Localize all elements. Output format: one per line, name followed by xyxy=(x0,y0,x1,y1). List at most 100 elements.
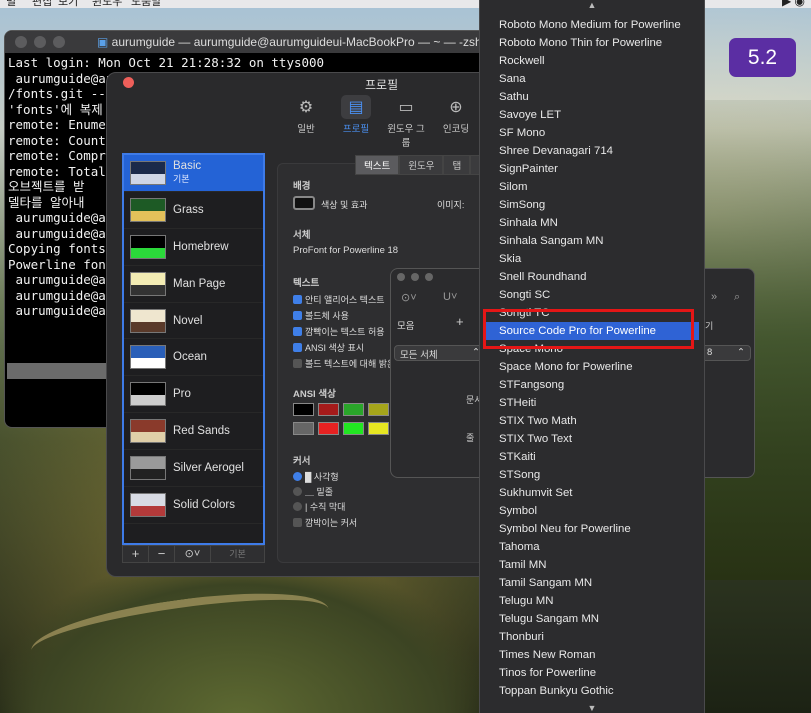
font-menu-item[interactable]: SimSong xyxy=(485,196,699,214)
cursor-option[interactable]: | 수직 막대 xyxy=(293,500,345,513)
minimize-button[interactable] xyxy=(34,36,46,48)
menu-item[interactable]: 편집 xyxy=(32,0,52,8)
profile-item[interactable]: Silver Aerogel xyxy=(124,450,263,488)
default-button[interactable]: 기본 xyxy=(211,546,264,562)
radio-button[interactable] xyxy=(293,472,302,481)
close-button[interactable] xyxy=(397,273,405,281)
font-dropdown-menu[interactable]: ▲ ▼ Roboto Mono Medium for Powerline Robo… xyxy=(479,0,705,713)
font-menu-item[interactable]: STIX Two Text xyxy=(485,430,699,448)
profile-item[interactable]: Novel xyxy=(124,303,263,340)
profile-item[interactable]: Man Page xyxy=(124,266,263,303)
font-menu-item[interactable]: Silom xyxy=(485,178,699,196)
zoom-button[interactable] xyxy=(53,36,65,48)
font-menu-item[interactable]: Thonburi xyxy=(485,628,699,646)
font-menu-item[interactable]: Tinos for Powerline xyxy=(485,664,699,682)
font-menu-item[interactable]: Rockwell xyxy=(485,52,699,70)
profile-item[interactable]: Red Sands xyxy=(124,413,263,451)
menu-item[interactable]: 보기 xyxy=(58,0,78,8)
blink-cursor-option[interactable]: 깜박이는 커서 xyxy=(293,516,357,529)
ansi-color-swatch[interactable] xyxy=(293,422,314,435)
font-menu-item[interactable]: Sinhala Sangam MN xyxy=(485,232,699,250)
size-select[interactable]: 8 ⌃ xyxy=(701,345,751,361)
font-menu-item[interactable]: Telugu MN xyxy=(485,592,699,610)
close-button[interactable] xyxy=(15,36,27,48)
font-menu-item[interactable]: Sana xyxy=(485,70,699,88)
font-menu-item[interactable]: STKaiti xyxy=(485,448,699,466)
font-menu-item[interactable]: Songti SC xyxy=(485,286,699,304)
remove-profile-button[interactable]: − xyxy=(149,546,175,562)
add-profile-button[interactable]: + xyxy=(123,546,149,562)
text-option[interactable]: 볼드체 사용 xyxy=(293,309,349,322)
tab-window[interactable]: 윈도우 xyxy=(399,155,444,175)
cursor-option[interactable]: █ 사각형 xyxy=(293,470,339,483)
cursor-option[interactable]: ＿ 밑줄 xyxy=(293,485,333,498)
font-menu-item[interactable]: Snell Roundhand xyxy=(485,268,699,286)
checkbox[interactable] xyxy=(293,359,302,368)
text-option[interactable]: 깜빡이는 텍스트 허용 xyxy=(293,325,385,338)
font-menu-item[interactable]: Savoye LET xyxy=(485,106,699,124)
collection-select[interactable]: 모든 서체 ⌃ xyxy=(394,345,486,361)
font-menu-item[interactable]: Symbol xyxy=(485,502,699,520)
font-menu-item[interactable]: SignPainter xyxy=(485,160,699,178)
radio-button[interactable] xyxy=(293,487,302,496)
background-color-well[interactable] xyxy=(293,196,315,210)
tab-tab[interactable]: 탭 xyxy=(443,155,471,175)
font-menu-item[interactable]: Symbol Neu for Powerline xyxy=(485,520,699,538)
font-menu-item[interactable]: Skia xyxy=(485,250,699,268)
font-menu-item[interactable]: Tahoma xyxy=(485,538,699,556)
scroll-up-arrow-icon[interactable]: ▲ xyxy=(480,0,704,10)
profile-item[interactable]: Grass xyxy=(124,192,263,229)
more-actions-button[interactable]: ⊙˅ xyxy=(175,546,211,562)
text-option[interactable]: ANSI 색상 표시 xyxy=(293,341,364,354)
ansi-color-swatch[interactable] xyxy=(368,422,389,435)
checkbox[interactable] xyxy=(293,295,302,304)
tab-text[interactable]: 텍스트 xyxy=(355,155,400,175)
terminal-titlebar[interactable]: ▣ aurumguide — aurumguide@aurumguideui-M… xyxy=(5,31,523,53)
toolbar-general[interactable]: ⚙ 일반 xyxy=(287,95,325,149)
profile-item[interactable]: Solid Colors xyxy=(124,487,263,524)
font-menu-item[interactable]: STSong xyxy=(485,466,699,484)
profile-item[interactable]: Homebrew xyxy=(124,229,263,266)
toolbar-window-groups[interactable]: ▭ 윈도우 그룹 xyxy=(387,95,425,149)
chevron-right-icon[interactable]: » xyxy=(711,291,717,303)
menubar-status-icons[interactable]: ▶ ◉ xyxy=(782,0,805,8)
font-menu-item[interactable]: STFangsong xyxy=(485,376,699,394)
checkbox[interactable] xyxy=(293,343,302,352)
font-menu-item[interactable]: STIX Two Math xyxy=(485,412,699,430)
profile-item[interactable]: Ocean xyxy=(124,339,263,377)
ansi-color-swatch[interactable] xyxy=(343,403,364,416)
font-menu-item[interactable]: Sinhala MN xyxy=(485,214,699,232)
toolbar-profiles[interactable]: ▤ 프로필 xyxy=(337,95,375,149)
font-menu-item[interactable]: Telugu Sangam MN xyxy=(485,610,699,628)
font-menu-item[interactable]: Tamil MN xyxy=(485,556,699,574)
ansi-color-swatch[interactable] xyxy=(318,403,339,416)
zoom-button[interactable] xyxy=(425,273,433,281)
font-menu-item[interactable]: Sathu xyxy=(485,88,699,106)
profile-list[interactable]: Basic 기본 Grass Homebrew Man Page Novel Ocean Pr… xyxy=(122,153,265,545)
font-menu-item[interactable]: Roboto Mono Medium for Powerline xyxy=(485,16,699,34)
ansi-color-swatch[interactable] xyxy=(293,403,314,416)
font-menu-item[interactable]: SF Mono xyxy=(485,124,699,142)
font-menu-item[interactable]: STHeiti xyxy=(485,394,699,412)
scroll-down-arrow-icon[interactable]: ▼ xyxy=(480,703,704,713)
radio-button[interactable] xyxy=(293,502,302,511)
profile-item[interactable]: Basic 기본 xyxy=(124,155,263,192)
font-menu-item[interactable]: Times New Roman xyxy=(485,646,699,664)
minimize-button[interactable] xyxy=(411,273,419,281)
menu-item[interactable]: 도움말 xyxy=(131,0,161,8)
checkbox[interactable] xyxy=(293,311,302,320)
close-button[interactable] xyxy=(123,77,134,88)
ansi-color-swatch[interactable] xyxy=(343,422,364,435)
terminal-scrollbar[interactable] xyxy=(7,363,117,379)
font-menu-item[interactable]: Roboto Mono Thin for Powerline xyxy=(485,34,699,52)
font-menu-item[interactable]: Shree Devanagari 714 xyxy=(485,142,699,160)
ansi-color-swatch[interactable] xyxy=(318,422,339,435)
text-option[interactable]: 볼드 텍스트에 대해 밝은 xyxy=(293,357,395,370)
add-collection-button[interactable]: + xyxy=(456,314,464,329)
search-icon[interactable]: ⌕ xyxy=(734,291,740,304)
action-menu-icon[interactable]: ⊙˅ xyxy=(401,291,417,304)
profile-item[interactable]: Pro xyxy=(124,376,263,414)
font-menu-item[interactable]: Tamil Sangam MN xyxy=(485,574,699,592)
font-menu-item[interactable]: Toppan Bunkyu Gothic xyxy=(485,682,699,700)
checkbox[interactable] xyxy=(293,327,302,336)
